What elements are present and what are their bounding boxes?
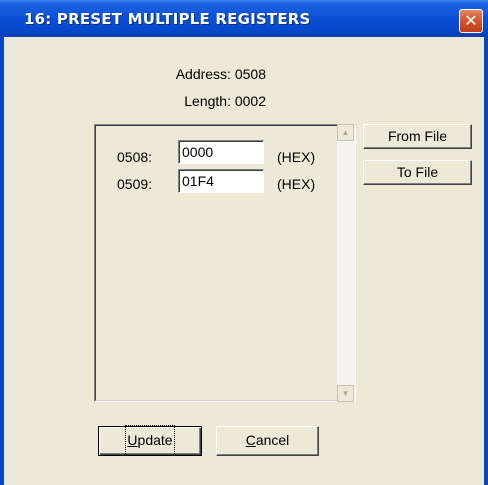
update-label: Update [125, 425, 175, 456]
dialog-window: 16: PRESET MULTIPLE REGISTERS ✕ Address:… [0, 0, 488, 485]
from-file-label: From File [387, 128, 448, 144]
to-file-button[interactable]: To File [363, 160, 472, 185]
close-icon: ✕ [464, 11, 478, 30]
to-file-label: To File [396, 164, 439, 180]
register-label-0508: 0508: [117, 149, 153, 165]
scroll-up-button[interactable]: ▲ [337, 124, 354, 141]
title-bar[interactable]: 16: PRESET MULTIPLE REGISTERS ✕ [0, 0, 488, 37]
window-border-right [484, 37, 488, 485]
scroll-up-arrow-icon: ▲ [341, 128, 350, 137]
length-label: Length: 0002 [184, 93, 266, 109]
registers-panel [94, 124, 356, 402]
hex-label-0509: (HEX) [277, 176, 316, 192]
vertical-scrollbar[interactable]: ▲ ▼ [337, 124, 355, 402]
update-button[interactable]: Update [98, 425, 202, 456]
scroll-down-button[interactable]: ▼ [337, 385, 354, 402]
scroll-down-arrow-icon: ▼ [341, 389, 350, 398]
from-file-button[interactable]: From File [363, 124, 472, 149]
address-label: Address: 0508 [175, 66, 266, 82]
cancel-button[interactable]: Cancel [216, 426, 319, 456]
window-border-left [0, 37, 4, 485]
hex-label-0508: (HEX) [277, 149, 316, 165]
close-button[interactable]: ✕ [459, 9, 483, 33]
cancel-label: Cancel [245, 432, 290, 448]
register-input-0509[interactable]: 01F4 [178, 169, 264, 193]
register-input-0508[interactable]: 0000 [178, 140, 264, 164]
window-title: 16: PRESET MULTIPLE REGISTERS [24, 10, 311, 28]
register-label-0509: 0509: [117, 176, 153, 192]
